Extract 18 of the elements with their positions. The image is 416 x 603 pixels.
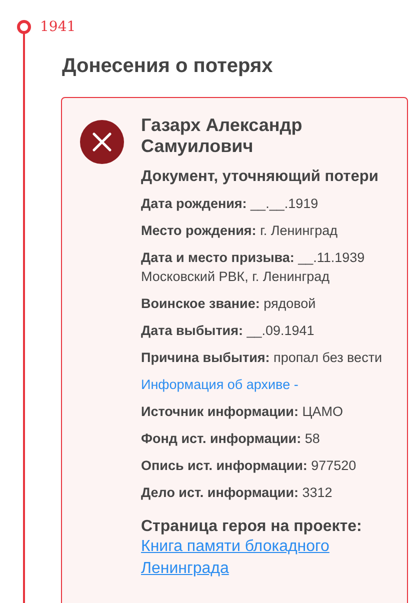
info-field: Опись ист. информации: 977520 xyxy=(141,456,399,475)
close-circle-icon xyxy=(80,120,124,164)
info-field: Дело ист. информации: 3312 xyxy=(141,483,399,502)
timeline-year: 1941 xyxy=(40,19,76,35)
document-type: Документ, уточняющий потери xyxy=(141,168,380,186)
info-field: Воинское звание: рядовой xyxy=(141,294,399,313)
info-field: Место рождения: г. Ленинград xyxy=(141,221,399,240)
info-field: Источник информации: ЦАМО xyxy=(141,402,399,421)
hero-page-heading: Страница героя на проекте: xyxy=(141,518,363,536)
info-field: Причина выбытия: пропал без вести xyxy=(141,348,399,367)
archive-info-link[interactable]: Информация об архиве - xyxy=(141,375,298,394)
memory-book-link[interactable]: Книга памяти блокадного Ленинграда xyxy=(141,536,361,580)
section-title: Донесения о потерях xyxy=(62,55,274,78)
info-field: Фонд ист. информации: 58 xyxy=(141,429,399,448)
info-field: Дата и место призыва: __.11.1939 Московский РВК, г. Ленинград xyxy=(141,248,399,286)
info-field: Дата выбытия: __.09.1941 xyxy=(141,321,399,340)
info-field: Дата рождения: __.__.1919 xyxy=(141,194,399,213)
person-name: Газарх Александр Самуилович xyxy=(141,115,304,157)
